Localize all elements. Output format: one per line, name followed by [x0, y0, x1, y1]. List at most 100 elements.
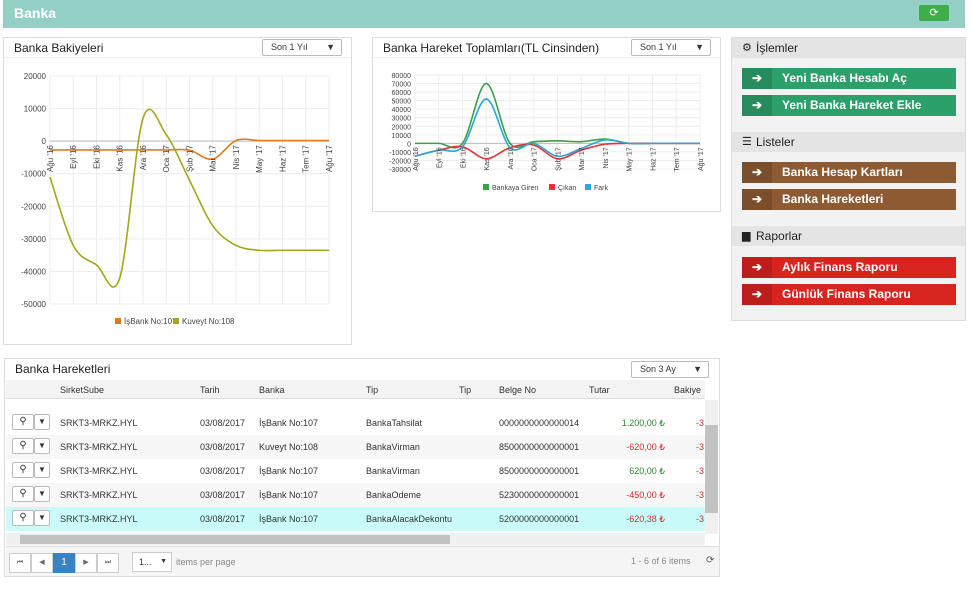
- zoom-icon[interactable]: ⚲: [12, 414, 34, 430]
- movements-chart: 80000 7000060000 5000040000 3000020000 10000…: [389, 73, 705, 192]
- chevron-down-icon: ▼: [693, 364, 702, 374]
- col-tarih[interactable]: Tarih: [200, 385, 220, 395]
- cell-tip: BankaVirman: [366, 442, 420, 452]
- horizontal-scrollbar[interactable]: [6, 533, 705, 545]
- legend-label: Kuveyt No:108: [182, 317, 235, 326]
- cell-belge: 8500000000000001: [499, 442, 580, 452]
- cell-belge: 8500000000000001: [499, 466, 580, 476]
- table-row[interactable]: ⚲ ▼ SRKT3-MRKZ.HYL 03/08/2017 İşBank No:107 B…: [6, 483, 705, 507]
- legend-swatch: [115, 318, 121, 324]
- app-header: Banka ⟳: [3, 0, 965, 28]
- y-tick-label: 60000: [392, 90, 412, 97]
- y-tick-label: 0: [42, 137, 47, 146]
- x-tick-label: Ara '16: [139, 145, 148, 171]
- arrow-right-icon: ➔: [742, 257, 772, 278]
- vertical-scrollbar-thumb[interactable]: [705, 425, 718, 513]
- first-page-button[interactable]: ⏮: [9, 553, 31, 573]
- legend-swatch: [173, 318, 179, 324]
- last-page-button[interactable]: ⏭: [97, 553, 119, 573]
- monthly-report-button[interactable]: ➔ Aylık Finans Raporu: [742, 257, 956, 278]
- row-menu-caret[interactable]: ▼: [34, 462, 50, 478]
- bank-movements-button[interactable]: ➔ Banka Hareketleri: [742, 189, 956, 210]
- cell-banka: İşBank No:107: [259, 514, 319, 524]
- col-banka[interactable]: Banka: [259, 385, 285, 395]
- row-menu-caret[interactable]: ▼: [34, 414, 50, 430]
- arrow-right-icon: ➔: [742, 162, 772, 183]
- x-tick-label: Nis '17: [232, 145, 241, 170]
- y-tick-label: 40000: [392, 107, 412, 114]
- y-tick-label: -50000: [21, 300, 46, 309]
- cell-belge: 5200000000000001: [499, 514, 580, 524]
- col-tip[interactable]: Tip: [366, 385, 378, 395]
- side-panel: ⚙ İşlemler ➔ Yeni Banka Hesabı Aç ➔ Yeni…: [731, 37, 966, 321]
- refresh-button[interactable]: ⟳: [919, 5, 949, 21]
- horizontal-scrollbar-thumb[interactable]: [20, 535, 450, 544]
- page-size-select[interactable]: 1... ▼: [132, 552, 172, 572]
- col-tip-2[interactable]: Tip: [459, 385, 471, 395]
- y-tick-label: 0: [407, 141, 411, 148]
- x-tick-label: Ağu '17: [698, 147, 705, 171]
- movements-panel: Banka Hareket Toplamları(TL Cinsinden) S…: [372, 37, 721, 212]
- grid-period-select[interactable]: Son 3 Ay ▼: [631, 361, 709, 378]
- cell-sube: SRKT3-MRKZ.HYL: [60, 466, 138, 476]
- col-tutar[interactable]: Tutar: [589, 385, 610, 395]
- zoom-icon[interactable]: ⚲: [12, 438, 34, 454]
- table-row[interactable]: ⚲ ▼ SRKT3-MRKZ.HYL 03/08/2017 Kuveyt No:108 B…: [6, 435, 705, 459]
- zoom-icon[interactable]: ⚲: [12, 510, 34, 526]
- x-tick-label: Haz '17: [651, 147, 658, 171]
- col-bakiye[interactable]: Bakiye: [674, 385, 701, 395]
- new-bank-account-button[interactable]: ➔ Yeni Banka Hesabı Aç: [742, 68, 956, 89]
- cell-bakiye: -3: [696, 418, 705, 428]
- cell-belge: 5230000000000001: [499, 490, 580, 500]
- cell-banka: İşBank No:107: [259, 490, 319, 500]
- arrow-right-icon: ➔: [742, 189, 772, 210]
- daily-report-label: Günlük Finans Raporu: [782, 287, 911, 301]
- vertical-scrollbar[interactable]: [705, 400, 718, 534]
- legend-swatch: [549, 184, 555, 190]
- y-tick-label: -40000: [21, 267, 46, 276]
- balances-panel: Banka Bakiyeleri Son 1 Yıl ▼ 20000 10000 0-…: [3, 37, 352, 345]
- zoom-icon[interactable]: ⚲: [12, 486, 34, 502]
- cell-tutar: 1.200,00 ₺: [621, 418, 665, 428]
- new-bank-movement-label: Yeni Banka Hareket Ekle: [782, 98, 922, 112]
- current-page-button[interactable]: 1: [53, 553, 75, 573]
- x-tick-label: Ağu '17: [325, 145, 334, 172]
- pager-summary: 1 - 6 of 6 items: [631, 556, 691, 566]
- gear-icon: ⚙: [742, 42, 752, 54]
- cell-tarih: 03/08/2017: [200, 466, 246, 476]
- next-page-button[interactable]: ▶: [75, 553, 97, 573]
- table-row[interactable]: ⚲ ▼ SRKT3-MRKZ.HYL 03/08/2017 İşBank No:107 B…: [6, 507, 705, 531]
- legend-swatch: [585, 184, 591, 190]
- arrow-right-icon: ➔: [742, 95, 772, 116]
- row-menu-caret[interactable]: ▼: [34, 486, 50, 502]
- prev-page-button[interactable]: ◀: [31, 553, 53, 573]
- page-size-value: 1...: [139, 557, 152, 567]
- row-menu-caret[interactable]: ▼: [34, 510, 50, 526]
- y-tick-label: -20000: [21, 202, 46, 211]
- x-tick-label: Şub '17: [186, 145, 195, 172]
- reload-icon[interactable]: ⟳: [706, 555, 714, 566]
- legend-swatch: [483, 184, 489, 190]
- col-belge-no[interactable]: Belge No: [499, 385, 536, 395]
- table-row[interactable]: ⚲ ▼ SRKT3-MRKZ.HYL 03/08/2017 İşBank No:107 B…: [6, 459, 705, 483]
- grid-period-value: Son 3 Ay: [640, 364, 676, 374]
- bank-account-cards-button[interactable]: ➔ Banka Hesap Kartları: [742, 162, 956, 183]
- new-bank-movement-button[interactable]: ➔ Yeni Banka Hareket Ekle: [742, 95, 956, 116]
- grid-title: Banka Hareketleri: [15, 362, 111, 376]
- cell-sube: SRKT3-MRKZ.HYL: [60, 514, 138, 524]
- y-tick-label: -10000: [389, 150, 411, 157]
- legend-label: Çıkan: [558, 185, 576, 192]
- y-tick-label: -30000: [21, 235, 46, 244]
- x-tick-label: Nis '17: [603, 147, 610, 168]
- cell-bakiye: -3: [696, 490, 705, 500]
- cell-tutar: -620,00 ₺: [626, 442, 665, 452]
- reports-header-label: Raporlar: [756, 229, 803, 243]
- table-row[interactable]: ⚲ ▼ SRKT3-MRKZ.HYL 03/08/2017 İşBank No:107 B…: [6, 411, 705, 435]
- row-menu-caret[interactable]: ▼: [34, 438, 50, 454]
- cell-bakiye: -3: [696, 514, 705, 524]
- daily-report-button[interactable]: ➔ Günlük Finans Raporu: [742, 284, 956, 305]
- zoom-icon[interactable]: ⚲: [12, 462, 34, 478]
- cell-tutar: -620,38 ₺: [626, 514, 665, 524]
- cell-tarih: 03/08/2017: [200, 418, 246, 428]
- col-sirketsube[interactable]: SirketSube: [60, 385, 104, 395]
